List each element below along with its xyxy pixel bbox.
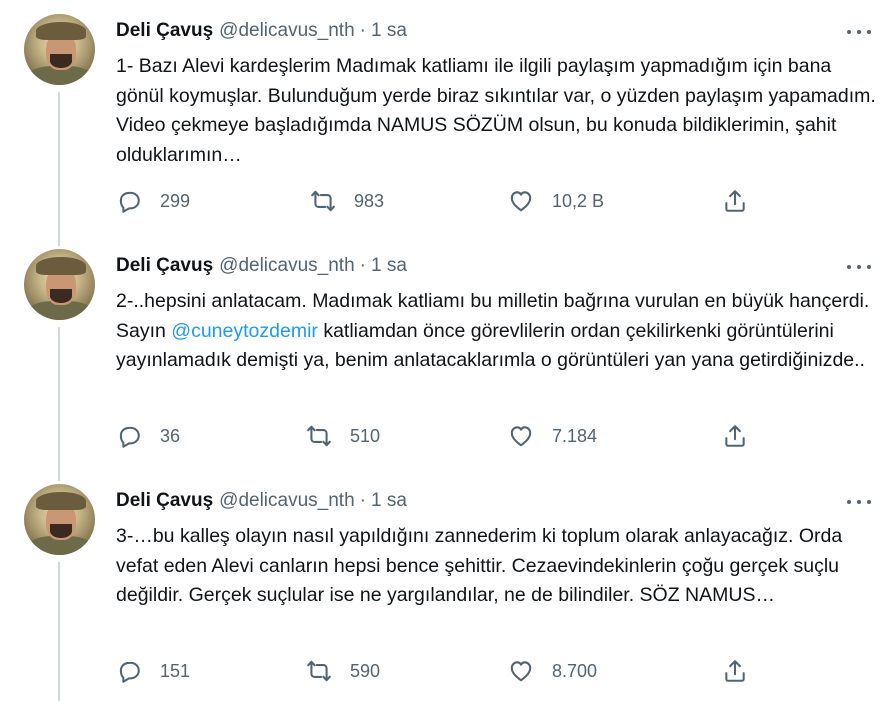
tweet-text: 1- Bazı Alevi kardeşlerim Madımak katlia… — [116, 52, 876, 170]
tweet-time[interactable]: 1 sa — [371, 20, 407, 42]
reply-count: 299 — [160, 190, 191, 211]
like-button[interactable]: 8.700 — [508, 656, 597, 686]
tweet-actions: 36 510 7.184 — [0, 421, 892, 451]
retweet-icon — [307, 660, 331, 682]
author-handle[interactable]: @delicavus_nth — [219, 255, 354, 277]
tweet-actions: 151 590 8.700 — [0, 656, 892, 686]
like-count: 10,2 B — [552, 190, 605, 211]
tweet-time[interactable]: 1 sa — [371, 490, 407, 512]
avatar-hat — [36, 257, 86, 275]
author-handle[interactable]: @delicavus_nth — [219, 20, 354, 42]
separator-dot: · — [359, 20, 366, 41]
avatar-beard — [50, 524, 72, 538]
avatar[interactable] — [24, 484, 95, 555]
share-icon — [725, 425, 745, 447]
author-handle[interactable]: @delicavus_nth — [219, 490, 354, 512]
reply-count: 151 — [160, 660, 191, 681]
avatar-hat — [36, 22, 86, 40]
tweet-text-body: 3-…bu kalleş olayın nasıl yapıldığını za… — [116, 525, 843, 606]
reply-icon — [119, 191, 140, 213]
tweet-text: 3-…bu kalleş olayın nasıl yapıldığını za… — [116, 522, 876, 611]
reply-button[interactable]: 36 — [116, 421, 180, 451]
retweet-button[interactable]: 510 — [306, 421, 380, 451]
reply-icon — [119, 661, 140, 683]
avatar-hat — [36, 492, 86, 510]
retweet-count: 510 — [350, 425, 381, 446]
tweet-actions: 299 983 10,2 B — [0, 186, 892, 216]
more-icon[interactable] — [844, 492, 874, 512]
retweet-button[interactable]: 590 — [306, 656, 380, 686]
retweet-count: 590 — [350, 660, 381, 681]
share-icon — [725, 190, 745, 212]
heart-icon — [510, 661, 532, 682]
heart-icon — [510, 191, 532, 212]
retweet-icon — [307, 425, 331, 447]
author-name[interactable]: Deli Çavuş — [116, 20, 213, 42]
reply-button[interactable]: 151 — [116, 656, 190, 686]
separator-dot: · — [359, 255, 366, 276]
tweet[interactable]: Deli Çavuş @delicavus_nth · 1 sa 1- Bazı… — [0, 14, 892, 239]
avatar[interactable] — [24, 249, 95, 320]
like-count: 8.700 — [552, 660, 598, 681]
more-icon[interactable] — [844, 257, 874, 277]
tweet-text-body: 1- Bazı Alevi kardeşlerim Madımak katlia… — [116, 55, 876, 166]
like-button[interactable]: 10,2 B — [508, 186, 604, 216]
reply-button[interactable]: 299 — [116, 186, 190, 216]
tweet[interactable]: Deli Çavuş @delicavus_nth · 1 sa 3-…bu k… — [0, 484, 892, 701]
avatar[interactable] — [24, 14, 95, 85]
avatar-beard — [50, 289, 72, 303]
tweet[interactable]: Deli Çavuş @delicavus_nth · 1 sa 2-..hep… — [0, 249, 892, 474]
retweet-button[interactable]: 983 — [310, 186, 384, 216]
tweet-time[interactable]: 1 sa — [371, 255, 407, 277]
like-count: 7.184 — [552, 425, 598, 446]
share-button[interactable] — [722, 186, 748, 216]
separator-dot: · — [359, 490, 366, 511]
share-icon — [725, 660, 745, 682]
tweet-header: Deli Çavuş @delicavus_nth · 1 sa — [116, 253, 407, 279]
like-button[interactable]: 7.184 — [508, 421, 597, 451]
retweet-count: 983 — [354, 190, 385, 211]
share-button[interactable] — [722, 421, 748, 451]
mention-link[interactable]: @cuneytozdemir — [171, 320, 318, 342]
share-button[interactable] — [722, 656, 748, 686]
tweet-header: Deli Çavuş @delicavus_nth · 1 sa — [116, 488, 407, 514]
author-name[interactable]: Deli Çavuş — [116, 490, 213, 512]
more-icon[interactable] — [844, 22, 874, 42]
tweet-header: Deli Çavuş @delicavus_nth · 1 sa — [116, 18, 407, 44]
tweet-text: 2-..hepsini anlatacam. Madımak katliamı … — [116, 287, 876, 376]
retweet-icon — [311, 190, 335, 212]
heart-icon — [510, 426, 532, 447]
avatar-beard — [50, 54, 72, 68]
author-name[interactable]: Deli Çavuş — [116, 255, 213, 277]
reply-icon — [119, 426, 140, 448]
reply-count: 36 — [160, 425, 181, 446]
